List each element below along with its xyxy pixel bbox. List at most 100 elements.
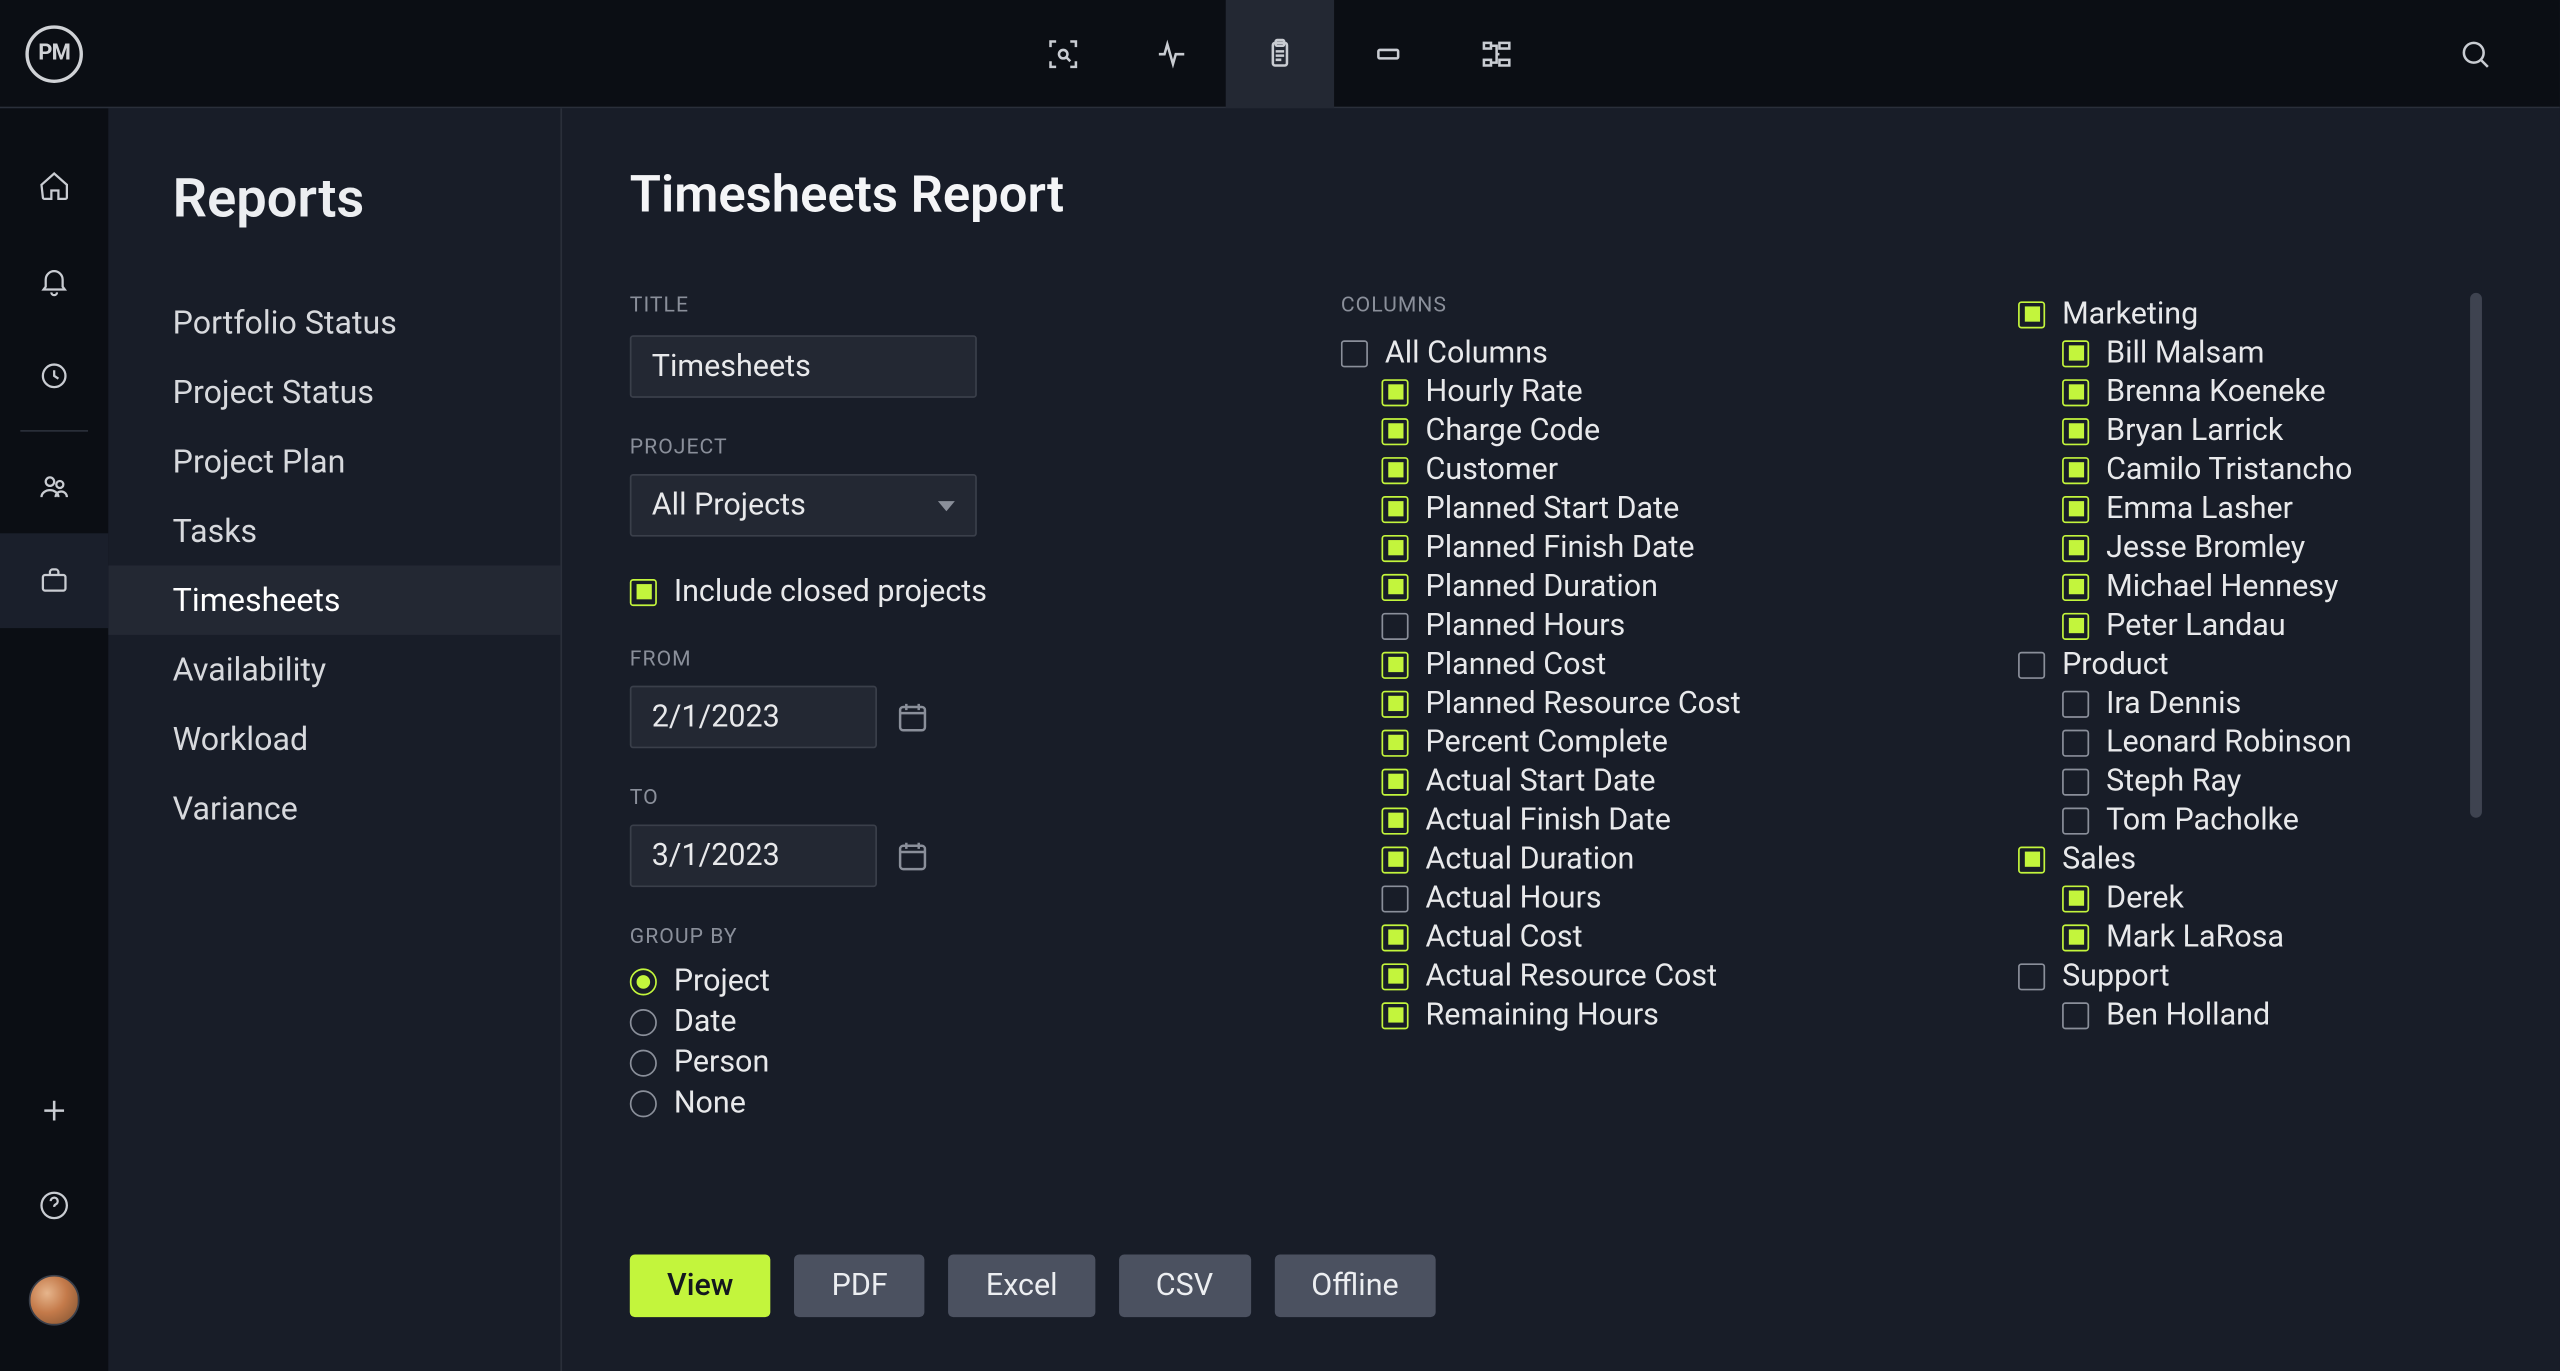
excel-button[interactable]: Excel: [949, 1255, 1095, 1318]
person-label: Bryan Larrick: [2106, 413, 2283, 449]
person-checkbox[interactable]: Brenna Koeneke: [2062, 374, 2492, 410]
column-label: Actual Start Date: [1426, 764, 1656, 800]
from-label: FROM: [630, 647, 1239, 672]
calendar-icon[interactable]: [894, 837, 931, 874]
person-checkbox[interactable]: Leonard Robinson: [2062, 725, 2492, 761]
group-by-option[interactable]: Project: [630, 963, 1239, 999]
column-checkbox[interactable]: Actual Duration: [1381, 841, 1916, 877]
column-checkbox[interactable]: Percent Complete: [1381, 725, 1916, 761]
checkbox-icon: [1381, 495, 1408, 522]
sidebar-item[interactable]: Variance: [108, 774, 560, 843]
person-label: Camilo Tristancho: [2106, 452, 2352, 488]
person-label: Leonard Robinson: [2106, 725, 2352, 761]
checkbox-icon: [2062, 534, 2089, 561]
search-icon[interactable]: [2421, 0, 2529, 108]
column-checkbox[interactable]: Planned Hours: [1381, 608, 1916, 644]
person-checkbox[interactable]: Steph Ray: [2062, 764, 2492, 800]
rail-help-icon[interactable]: [0, 1158, 108, 1253]
group-by-option[interactable]: None: [630, 1085, 1239, 1121]
column-checkbox[interactable]: Customer: [1381, 452, 1916, 488]
column-checkbox[interactable]: Planned Duration: [1381, 569, 1916, 605]
column-label: Actual Duration: [1426, 841, 1635, 877]
person-checkbox[interactable]: Ira Dennis: [2062, 686, 2492, 722]
offline-button[interactable]: Offline: [1274, 1255, 1436, 1318]
person-group-checkbox[interactable]: Product: [2018, 647, 2492, 683]
report-main: Timesheets Report TITLE PROJECT All Proj…: [562, 108, 2560, 1371]
person-checkbox[interactable]: Michael Hennesy: [2062, 569, 2492, 605]
person-checkbox[interactable]: Ben Holland: [2062, 997, 2492, 1033]
person-checkbox[interactable]: Bryan Larrick: [2062, 413, 2492, 449]
checkbox-icon: [2062, 573, 2089, 600]
group-by-option[interactable]: Person: [630, 1045, 1239, 1081]
top-scan-icon[interactable]: [1009, 0, 1117, 108]
from-date-input[interactable]: [630, 686, 877, 749]
column-checkbox[interactable]: Hourly Rate: [1381, 374, 1916, 410]
checkbox-icon: [2062, 456, 2089, 483]
person-checkbox[interactable]: Emma Lasher: [2062, 491, 2492, 527]
column-checkbox[interactable]: Remaining Hours: [1381, 997, 1916, 1033]
calendar-icon[interactable]: [894, 698, 931, 735]
column-checkbox[interactable]: Actual Cost: [1381, 919, 1916, 955]
checkbox-icon: [1381, 573, 1408, 600]
left-rail: [0, 108, 108, 1371]
column-checkbox[interactable]: Planned Start Date: [1381, 491, 1916, 527]
sidebar-item[interactable]: Availability: [108, 635, 560, 704]
project-label: PROJECT: [630, 435, 1239, 460]
all-columns-checkbox[interactable]: All Columns: [1341, 335, 1917, 371]
pdf-button[interactable]: PDF: [794, 1255, 925, 1318]
person-group-checkbox[interactable]: Sales: [2018, 841, 2492, 877]
checkbox-icon: [2062, 378, 2089, 405]
rail-avatar[interactable]: [0, 1253, 108, 1348]
sidebar-title: Reports: [173, 166, 561, 230]
person-checkbox[interactable]: Peter Landau: [2062, 608, 2492, 644]
person-checkbox[interactable]: Jesse Bromley: [2062, 530, 2492, 566]
person-checkbox[interactable]: Tom Pacholke: [2062, 802, 2492, 838]
rail-home-icon[interactable]: [0, 139, 108, 234]
checkbox-icon: [1381, 962, 1408, 989]
column-checkbox[interactable]: Actual Hours: [1381, 880, 1916, 916]
person-checkbox[interactable]: Derek: [2062, 880, 2492, 916]
sidebar-item[interactable]: Workload: [108, 704, 560, 773]
person-group-checkbox[interactable]: Marketing: [2018, 296, 2492, 332]
app-logo-text: PM: [25, 25, 83, 83]
person-group-checkbox[interactable]: Support: [2018, 958, 2492, 994]
person-checkbox[interactable]: Bill Malsam: [2062, 335, 2492, 371]
top-card-icon[interactable]: [1334, 0, 1442, 108]
title-input[interactable]: [630, 335, 977, 398]
group-by-option[interactable]: Date: [630, 1004, 1239, 1040]
include-closed-checkbox[interactable]: Include closed projects: [630, 574, 1239, 610]
column-checkbox[interactable]: Actual Start Date: [1381, 764, 1916, 800]
project-select[interactable]: All Projects: [630, 474, 977, 537]
rail-briefcase-icon[interactable]: [0, 533, 108, 628]
column-checkbox[interactable]: Actual Finish Date: [1381, 802, 1916, 838]
person-checkbox[interactable]: Camilo Tristancho: [2062, 452, 2492, 488]
rail-people-icon[interactable]: [0, 438, 108, 533]
persons-scrollbar[interactable]: [2470, 293, 2482, 818]
column-checkbox[interactable]: Planned Cost: [1381, 647, 1916, 683]
sidebar-item[interactable]: Tasks: [108, 496, 560, 565]
person-checkbox[interactable]: Mark LaRosa: [2062, 919, 2492, 955]
checkbox-icon: [1381, 846, 1408, 873]
top-activity-icon[interactable]: [1117, 0, 1225, 108]
view-button[interactable]: View: [630, 1255, 771, 1318]
csv-button[interactable]: CSV: [1119, 1255, 1251, 1318]
sidebar-item[interactable]: Portfolio Status: [108, 288, 560, 357]
column-checkbox[interactable]: Planned Resource Cost: [1381, 686, 1916, 722]
include-closed-label: Include closed projects: [674, 574, 987, 610]
sidebar-item[interactable]: Project Plan: [108, 427, 560, 496]
top-clipboard-icon[interactable]: [1226, 0, 1334, 108]
checkbox-icon: [1381, 690, 1408, 717]
column-checkbox[interactable]: Planned Finish Date: [1381, 530, 1916, 566]
rail-add-icon[interactable]: [0, 1063, 108, 1158]
to-date-input[interactable]: [630, 824, 877, 887]
column-checkbox[interactable]: Actual Resource Cost: [1381, 958, 1916, 994]
sidebar-item[interactable]: Project Status: [108, 357, 560, 426]
app-logo[interactable]: PM: [0, 0, 108, 108]
top-flow-icon[interactable]: [1442, 0, 1550, 108]
radio-icon: [630, 1089, 657, 1116]
sidebar-item[interactable]: Timesheets: [108, 565, 560, 634]
column-checkbox[interactable]: Charge Code: [1381, 413, 1916, 449]
person-label: Jesse Bromley: [2106, 530, 2305, 566]
rail-bell-icon[interactable]: [0, 234, 108, 329]
rail-clock-icon[interactable]: [0, 328, 108, 423]
